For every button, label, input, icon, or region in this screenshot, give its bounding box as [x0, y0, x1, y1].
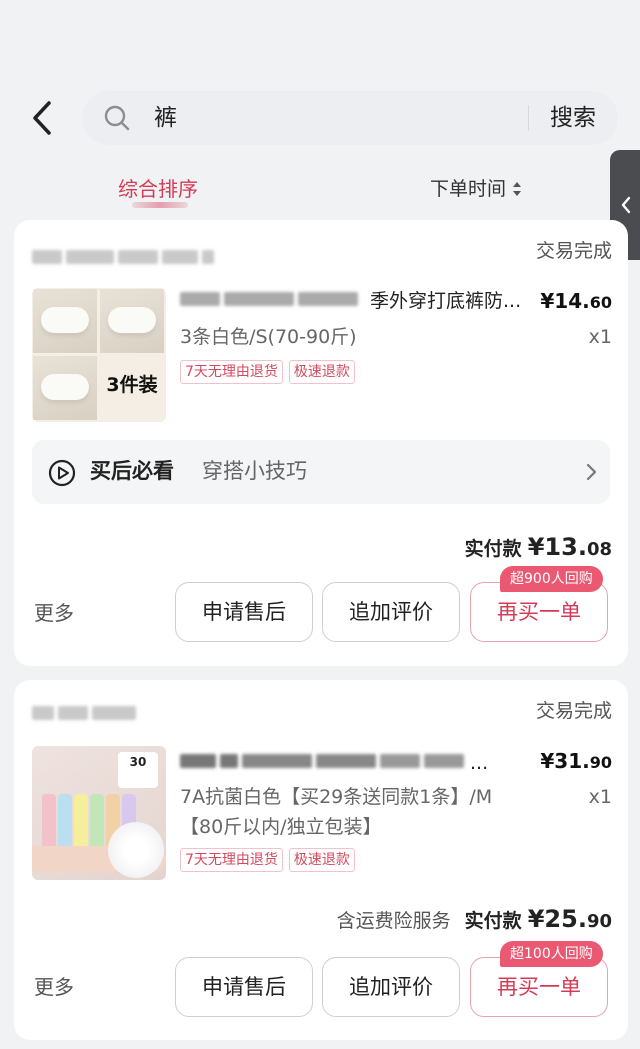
product-quantity: x1 [588, 786, 612, 808]
after-sale-button[interactable]: 申请售后 [175, 582, 313, 642]
tab-order-time-label: 下单时间 [430, 178, 507, 200]
repurchase-badge: 超900人回购 [500, 566, 603, 592]
product-price: ¥14.60 [540, 289, 612, 313]
order-status: 交易完成 [535, 240, 612, 262]
play-icon [48, 459, 76, 487]
back-button[interactable] [22, 96, 62, 140]
payment-total: 含运费险服务 实付款 ¥25.90 [337, 902, 612, 939]
search-button[interactable]: 搜索 [550, 103, 596, 133]
product-spec-2: 【80斤以内/独立包装】 [180, 816, 382, 838]
tag-return: 7天无理由退货 [180, 360, 283, 384]
product-title: 季外穿打底裤防... [370, 290, 522, 312]
shipping-insurance-label: 含运费险服务 [336, 910, 451, 932]
paid-label: 实付款 [464, 910, 522, 932]
styling-tips-banner[interactable]: 买后必看 穿搭小技巧 [32, 440, 610, 504]
more-button[interactable]: 更多 [34, 598, 74, 628]
search-bar[interactable]: 裤 搜索 [82, 91, 618, 145]
product-quantity: x1 [588, 326, 612, 348]
tag-fast-refund: 极速退款 [288, 360, 355, 384]
product-pack-label: 3件装 [106, 374, 158, 396]
active-tab-indicator [132, 202, 188, 208]
shop-name-blurred [32, 700, 136, 726]
search-divider [528, 105, 529, 131]
search-input[interactable]: 裤 [154, 103, 177, 133]
payment-total: 实付款 ¥13.08 [465, 530, 612, 567]
product-pack-label: 30 [118, 752, 158, 788]
sort-arrows-icon [513, 182, 522, 196]
paid-label: 实付款 [464, 538, 522, 560]
back-arrow-icon [33, 101, 51, 135]
after-sale-button[interactable]: 申请售后 [175, 957, 313, 1017]
order-status: 交易完成 [535, 700, 612, 722]
service-tags: 7天无理由退货 极速退款 [180, 360, 355, 384]
order-card: 交易完成 3件装 季外穿打底裤防... ¥14.60 3条白色/S(70-90斤… [14, 220, 628, 666]
paid-amount: ¥13.08 [527, 533, 612, 561]
repurchase-badge: 超100人回购 [500, 941, 603, 967]
product-spec: 3条白色/S(70-90斤) [180, 326, 357, 348]
tag-return: 7天无理由退货 [180, 848, 283, 872]
paid-amount: ¥25.90 [527, 905, 612, 933]
service-tags: 7天无理由退货 极速退款 [180, 848, 355, 872]
product-image[interactable]: 30 [32, 746, 166, 880]
tips-title: 买后必看 [90, 459, 174, 483]
title-blurred [180, 754, 464, 768]
product-spec: 7A抗菌白色【买29条送同款1条】/M [180, 786, 493, 808]
tips-subtitle: 穿搭小技巧 [202, 459, 307, 483]
shop-name-blurred [32, 244, 214, 270]
chevron-right-icon [586, 463, 597, 481]
tab-order-time[interactable]: 下单时间 [430, 174, 522, 204]
header: 裤 搜索 综合排序 下单时间 [0, 0, 640, 208]
add-review-button[interactable]: 追加评价 [322, 957, 460, 1017]
order-card: 交易完成 30 ... ¥31.90 7A抗菌白色【买29条送同款1条】/M 【… [14, 680, 628, 1040]
product-title: ... [470, 752, 489, 774]
tab-comprehensive-sort[interactable]: 综合排序 [118, 174, 198, 204]
more-button[interactable]: 更多 [34, 972, 74, 1002]
search-icon [104, 105, 130, 131]
title-blurred [180, 292, 358, 306]
add-review-button[interactable]: 追加评价 [322, 582, 460, 642]
product-image[interactable]: 3件装 [32, 288, 166, 422]
side-chevron-icon [621, 196, 631, 214]
product-price: ¥31.90 [540, 749, 612, 773]
tag-fast-refund: 极速退款 [288, 848, 355, 872]
